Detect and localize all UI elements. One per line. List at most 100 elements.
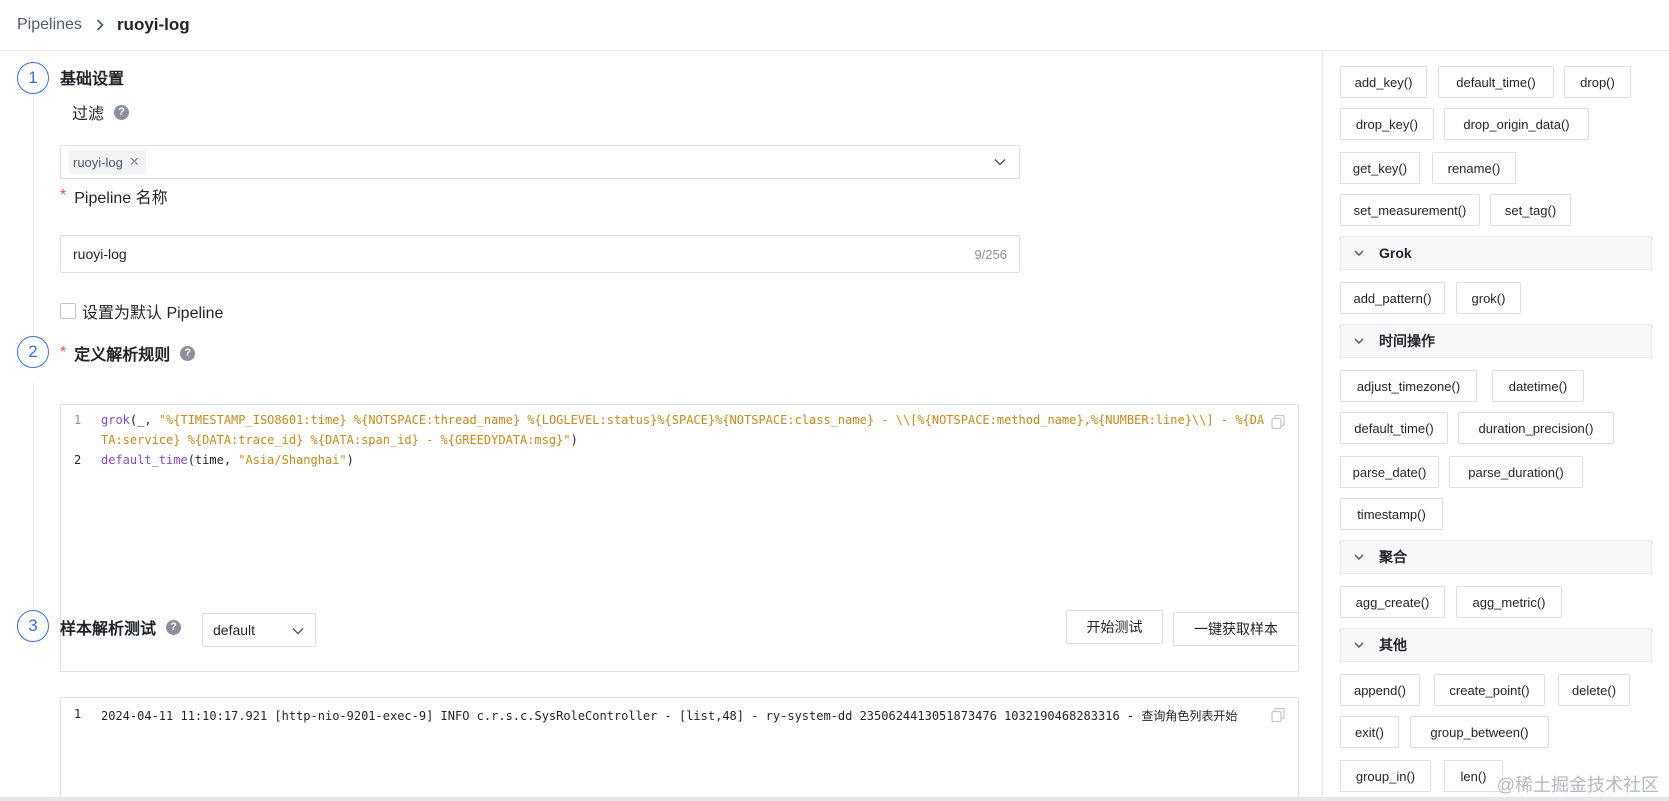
step-2-title: * 定义解析规则 ? (60, 342, 196, 364)
function-button[interactable]: set_measurement() (1340, 194, 1480, 226)
function-button[interactable]: exit() (1340, 716, 1399, 748)
function-button[interactable]: default_time() (1340, 412, 1448, 444)
function-button[interactable]: drop() (1564, 66, 1631, 98)
chevron-down-icon (1354, 554, 1364, 561)
code-text: ) (346, 453, 354, 467)
chevron-down-icon (291, 624, 305, 641)
function-button[interactable]: group_in() (1340, 760, 1431, 792)
function-button[interactable]: agg_create() (1340, 586, 1445, 618)
function-button[interactable]: rename() (1432, 152, 1516, 184)
function-button[interactable]: timestamp() (1340, 498, 1443, 530)
filter-tag-label: ruoyi-log (73, 154, 123, 170)
function-group-time[interactable]: 时间操作 (1340, 324, 1652, 358)
start-test-button[interactable]: 开始测试 (1066, 610, 1163, 644)
function-button[interactable]: parse_date() (1340, 456, 1439, 488)
pipeline-name-label: * Pipeline 名称 (60, 185, 168, 207)
code-function: default_time (101, 453, 188, 467)
line-number: 2 (74, 453, 82, 467)
function-button[interactable]: add_key() (1340, 66, 1427, 98)
function-button[interactable]: len() (1444, 760, 1503, 792)
code-text: (time, (187, 453, 239, 467)
function-button[interactable]: grok() (1456, 282, 1521, 314)
default-pipeline-checkbox[interactable] (60, 303, 76, 319)
filter-label-text: 过滤 (72, 106, 105, 123)
char-counter: 9/256 (974, 247, 1007, 262)
step-connector (33, 82, 34, 336)
function-button[interactable]: default_time() (1438, 66, 1554, 98)
line-number (61, 433, 101, 447)
breadcrumb-root-link[interactable]: Pipelines (17, 16, 82, 34)
sample-source-select[interactable]: default (202, 613, 316, 647)
code-function: grok (101, 413, 130, 427)
step-1-indicator: 1 (17, 62, 49, 94)
breadcrumb: Pipelines ruoyi-log (0, 0, 1669, 51)
code-text: (_, (129, 413, 159, 427)
line-number: 1 (74, 707, 82, 721)
step-2-indicator: 2 (17, 336, 49, 368)
filter-label: 过滤 ? (72, 101, 130, 123)
chevron-down-icon (993, 155, 1007, 172)
required-mark: * (60, 187, 67, 204)
breadcrumb-current: ruoyi-log (116, 15, 190, 34)
default-pipeline-checkbox-row[interactable]: 设置为默认 Pipeline (60, 299, 223, 323)
chevron-right-icon (96, 19, 104, 31)
step-3-title-text: 样本解析测试 (60, 621, 157, 638)
function-group-title: 聚合 (1379, 549, 1407, 565)
sample-line: 1 2024-04-11 11:10:17.921 [http-nio-9201… (61, 707, 1261, 724)
code-string: TA:service} %{DATA:trace_id} %{DATA:span… (101, 433, 571, 447)
close-icon[interactable]: ✕ (129, 154, 140, 170)
function-button[interactable]: duration_precision() (1458, 412, 1614, 444)
function-group-grok[interactable]: Grok (1340, 236, 1652, 270)
line-number: 1 (74, 413, 82, 427)
watermark: @稀土掘金技术社区 (1496, 775, 1659, 795)
copy-icon[interactable] (1270, 414, 1286, 433)
function-button[interactable]: set_tag() (1490, 194, 1571, 226)
function-group-title: 时间操作 (1379, 333, 1435, 349)
chevron-down-icon (1354, 642, 1364, 649)
sample-source-value: default (213, 622, 256, 638)
function-button[interactable]: append() (1340, 674, 1420, 706)
filter-select[interactable]: ruoyi-log ✕ (60, 145, 1020, 179)
help-icon[interactable]: ? (114, 104, 130, 120)
code-line: 2 default_time(time, "Asia/Shanghai") (61, 453, 354, 467)
panel-divider (1322, 52, 1323, 801)
function-button[interactable]: datetime() (1492, 370, 1584, 402)
pipeline-name-label-text: Pipeline 名称 (74, 190, 168, 207)
function-button[interactable]: drop_origin_data() (1444, 108, 1589, 140)
function-button[interactable]: group_between() (1410, 716, 1549, 748)
function-panel: add_key() default_time() drop() drop_key… (1340, 52, 1669, 801)
function-group-title: 其他 (1379, 637, 1407, 653)
chevron-down-icon (1354, 250, 1364, 257)
pipeline-form: 1 基础设置 过滤 ? ruoyi-log ✕ * Pipeline 名称 ru… (0, 52, 1320, 801)
code-line: 1 grok(_, "%{TIMESTAMP_ISO8601:time} %{N… (61, 413, 1264, 427)
sample-editor[interactable]: 1 2024-04-11 11:10:17.921 [http-nio-9201… (60, 697, 1299, 801)
chevron-down-icon (1354, 338, 1364, 345)
help-icon[interactable]: ? (166, 619, 182, 635)
function-button[interactable]: drop_key() (1340, 108, 1434, 140)
step-connector (33, 383, 34, 621)
function-button[interactable]: adjust_timezone() (1340, 370, 1477, 402)
function-button[interactable]: agg_metric() (1456, 586, 1562, 618)
fetch-sample-button[interactable]: 一键获取样本 (1173, 612, 1299, 646)
sample-text: 2024-04-11 11:10:17.921 [http-nio-9201-e… (101, 709, 1238, 723)
function-button[interactable]: get_key() (1340, 152, 1420, 184)
function-button[interactable]: delete() (1558, 674, 1630, 706)
code-line-wrap: TA:service} %{DATA:trace_id} %{DATA:span… (61, 433, 578, 447)
filter-tag: ruoyi-log ✕ (69, 150, 146, 174)
code-text: ) (570, 433, 578, 447)
function-button[interactable]: add_pattern() (1340, 282, 1445, 314)
pipeline-name-input[interactable]: ruoyi-log 9/256 (60, 235, 1020, 273)
required-mark: * (60, 344, 67, 361)
page-bottom-border (0, 797, 1669, 801)
code-string: "Asia/Shanghai" (238, 453, 347, 467)
step-3-title: 样本解析测试 ? (60, 616, 182, 638)
copy-icon[interactable] (1270, 707, 1286, 726)
function-group-title: Grok (1379, 245, 1412, 261)
step-1-title: 基础设置 (60, 66, 124, 88)
function-button[interactable]: create_point() (1434, 674, 1545, 706)
function-button[interactable]: parse_duration() (1449, 456, 1583, 488)
help-icon[interactable]: ? (180, 345, 196, 361)
function-group-other[interactable]: 其他 (1340, 628, 1652, 662)
step-1-title-text: 基础设置 (60, 71, 125, 88)
function-group-aggregate[interactable]: 聚合 (1340, 540, 1652, 574)
